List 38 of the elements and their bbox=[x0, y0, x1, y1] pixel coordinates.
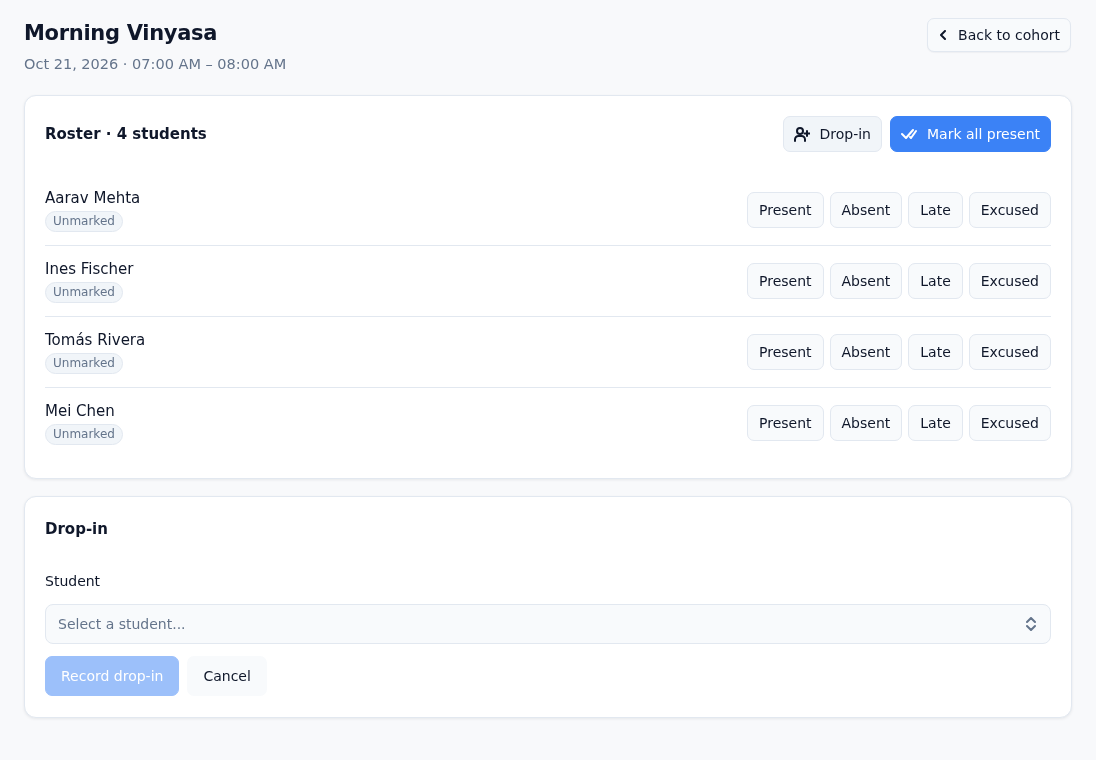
attendance-option-button[interactable]: Late bbox=[908, 263, 963, 299]
roster-title: Roster · 4 students bbox=[45, 124, 207, 145]
attendance-option-button[interactable]: Late bbox=[908, 405, 963, 441]
field-label: Student bbox=[45, 572, 101, 590]
attendance-option-button[interactable]: Present bbox=[747, 263, 824, 299]
drop-in-button[interactable]: Drop-in bbox=[782, 116, 882, 152]
chevron-left-icon bbox=[940, 30, 947, 40]
page-title: Morning Vinyasa bbox=[24, 20, 219, 47]
attendance-option-button[interactable]: Absent bbox=[829, 263, 903, 299]
double-check-icon bbox=[901, 129, 917, 139]
student-name: Ines Fischer bbox=[45, 259, 134, 279]
student-name: Tomás Rivera bbox=[45, 330, 146, 350]
attendance-option-button[interactable]: Absent bbox=[829, 192, 903, 228]
status-badge: Unmarked bbox=[45, 211, 123, 232]
status-badge: Unmarked bbox=[45, 424, 123, 445]
student-select[interactable]: Select a student... bbox=[45, 604, 1051, 644]
status-badge: Unmarked bbox=[45, 282, 123, 303]
mark-all-present-button[interactable]: Mark all present bbox=[890, 116, 1051, 152]
attendance-option-button[interactable]: Excused bbox=[968, 192, 1051, 228]
attendance-option-button[interactable]: Present bbox=[747, 405, 824, 441]
session-date-time: Oct 21, 2026 · 07:00 AM – 08:00 AM bbox=[24, 55, 287, 74]
drop-in-title: Drop-in bbox=[45, 519, 108, 540]
user-plus-icon bbox=[793, 126, 810, 142]
student-name: Mei Chen bbox=[45, 401, 115, 421]
attendance-option-button[interactable]: Excused bbox=[968, 405, 1051, 441]
attendance-option-button[interactable]: Late bbox=[908, 334, 963, 370]
status-badge: Unmarked bbox=[45, 353, 123, 374]
attendance-option-button[interactable]: Excused bbox=[968, 334, 1051, 370]
attendance-option-button[interactable]: Present bbox=[747, 192, 824, 228]
attendance-option-button[interactable]: Excused bbox=[968, 263, 1051, 299]
attendance-option-button[interactable]: Late bbox=[908, 192, 963, 228]
attendance-option-button[interactable]: Absent bbox=[829, 405, 903, 441]
back-button[interactable]: Back to cohort bbox=[927, 18, 1071, 52]
student-name: Aarav Mehta bbox=[45, 188, 141, 208]
attendance-option-button[interactable]: Present bbox=[747, 334, 824, 370]
cancel-button[interactable]: Cancel bbox=[187, 656, 267, 696]
chevron-up-down-icon bbox=[1026, 617, 1036, 631]
attendance-option-button[interactable]: Absent bbox=[829, 334, 903, 370]
